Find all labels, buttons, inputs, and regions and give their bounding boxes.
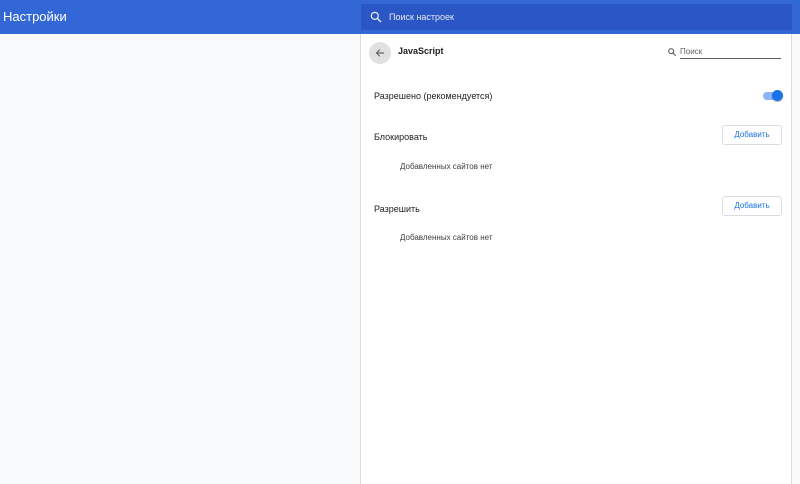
allow-section-title: Разрешить bbox=[374, 204, 420, 214]
app-title: Настройки bbox=[3, 9, 67, 24]
search-icon bbox=[668, 48, 676, 56]
site-search-box[interactable] bbox=[667, 44, 781, 60]
site-search-input[interactable] bbox=[680, 45, 781, 59]
javascript-settings-card: JavaScript Разрешено (рекомендуется) Бло… bbox=[360, 34, 792, 484]
block-section-title: Блокировать bbox=[374, 132, 428, 142]
default-setting-label: Разрешено (рекомендуется) bbox=[374, 91, 493, 101]
add-block-site-button[interactable]: Добавить bbox=[722, 125, 782, 145]
back-button[interactable] bbox=[369, 42, 391, 64]
add-allow-site-button[interactable]: Добавить bbox=[722, 196, 782, 216]
page-title: JavaScript bbox=[398, 46, 444, 56]
left-pane bbox=[0, 34, 360, 484]
allow-empty-text: Добавленных сайтов нет bbox=[400, 233, 493, 242]
toggle-knob bbox=[772, 90, 783, 101]
javascript-allowed-toggle[interactable] bbox=[763, 90, 783, 101]
search-icon bbox=[370, 11, 382, 23]
arrow-back-icon bbox=[375, 49, 385, 57]
settings-search-box[interactable] bbox=[361, 4, 792, 30]
settings-search-input[interactable] bbox=[389, 8, 769, 26]
block-empty-text: Добавленных сайтов нет bbox=[400, 162, 493, 171]
top-app-bar: Настройки bbox=[0, 0, 800, 34]
